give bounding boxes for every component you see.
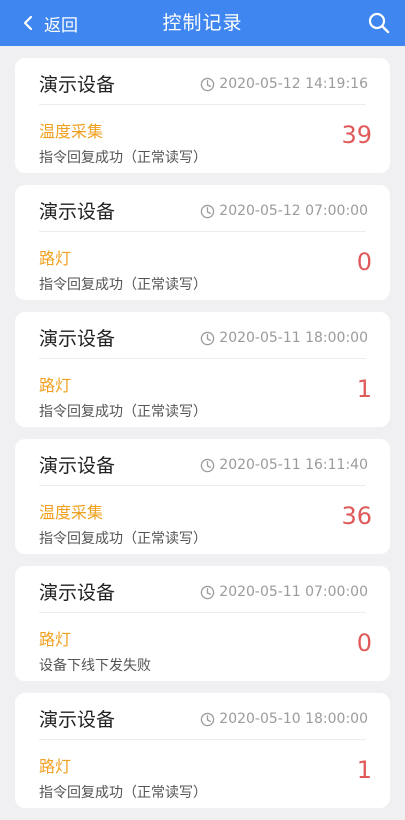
record-status: 指令回复成功（正常读写）	[39, 531, 207, 547]
device-name: 演示设备	[39, 709, 116, 731]
back-label: 返回	[44, 15, 78, 36]
card-divider	[39, 231, 366, 232]
record-status: 指令回复成功（正常读写）	[39, 150, 207, 166]
record-card[interactable]: 演示设备 2020-05-10 18:00:00 路灯 指令回复成功（正常读写）…	[15, 693, 390, 808]
record-status: 设备下线下发失败	[39, 658, 151, 674]
card-divider	[39, 739, 366, 740]
back-button[interactable]: 返回	[22, 0, 78, 46]
record-time-text: 2020-05-12 07:00:00	[219, 203, 368, 219]
record-time: 2020-05-10 18:00:00	[200, 711, 368, 727]
search-icon[interactable]	[367, 11, 391, 35]
record-card[interactable]: 演示设备 2020-05-11 07:00:00 路灯 设备下线下发失败 0	[15, 566, 390, 681]
record-value: 0	[356, 248, 372, 276]
record-value: 1	[356, 756, 372, 784]
clock-icon	[201, 458, 215, 472]
card-divider	[39, 485, 366, 486]
record-type: 路灯	[39, 757, 72, 776]
device-name: 演示设备	[39, 74, 116, 96]
record-time-text: 2020-05-11 16:11:40	[219, 457, 368, 473]
record-value: 39	[341, 121, 372, 149]
card-divider	[39, 104, 366, 105]
record-value: 0	[356, 629, 372, 657]
record-card[interactable]: 演示设备 2020-05-11 18:00:00 路灯 指令回复成功（正常读写）…	[15, 312, 390, 427]
record-type: 温度采集	[39, 503, 104, 522]
record-time: 2020-05-12 14:19:16	[200, 76, 368, 92]
device-name: 演示设备	[39, 582, 116, 604]
device-name: 演示设备	[39, 328, 116, 350]
record-value: 1	[356, 375, 372, 403]
clock-icon	[201, 585, 215, 599]
app-header: 返回 控制记录	[0, 0, 405, 46]
card-divider	[39, 612, 366, 613]
record-time: 2020-05-11 18:00:00	[200, 330, 368, 346]
record-time: 2020-05-12 07:00:00	[200, 203, 368, 219]
record-time-text: 2020-05-12 14:19:16	[219, 76, 368, 92]
record-card[interactable]: 演示设备 2020-05-12 14:19:16 温度采集 指令回复成功（正常读…	[15, 58, 390, 173]
clock-icon	[201, 77, 215, 91]
record-type: 路灯	[39, 630, 72, 649]
device-name: 演示设备	[39, 455, 116, 477]
clock-icon	[201, 712, 215, 726]
record-time: 2020-05-11 07:00:00	[200, 584, 368, 600]
record-time: 2020-05-11 16:11:40	[200, 457, 368, 473]
clock-icon	[201, 204, 215, 218]
record-type: 路灯	[39, 249, 72, 268]
record-status: 指令回复成功（正常读写）	[39, 404, 207, 420]
record-status: 指令回复成功（正常读写）	[39, 785, 207, 801]
record-list: 演示设备 2020-05-12 14:19:16 温度采集 指令回复成功（正常读…	[15, 58, 390, 820]
record-card[interactable]: 演示设备 2020-05-11 16:11:40 温度采集 指令回复成功（正常读…	[15, 439, 390, 554]
record-time-text: 2020-05-10 18:00:00	[219, 711, 368, 727]
record-time-text: 2020-05-11 07:00:00	[219, 584, 368, 600]
record-time-text: 2020-05-11 18:00:00	[219, 330, 368, 346]
record-card[interactable]: 演示设备 2020-05-12 07:00:00 路灯 指令回复成功（正常读写）…	[15, 185, 390, 300]
card-divider	[39, 358, 366, 359]
record-type: 温度采集	[39, 122, 104, 141]
clock-icon	[201, 331, 215, 345]
chevron-left-icon	[23, 15, 33, 31]
record-status: 指令回复成功（正常读写）	[39, 277, 207, 293]
record-type: 路灯	[39, 376, 72, 395]
record-value: 36	[341, 502, 372, 530]
device-name: 演示设备	[39, 201, 116, 223]
